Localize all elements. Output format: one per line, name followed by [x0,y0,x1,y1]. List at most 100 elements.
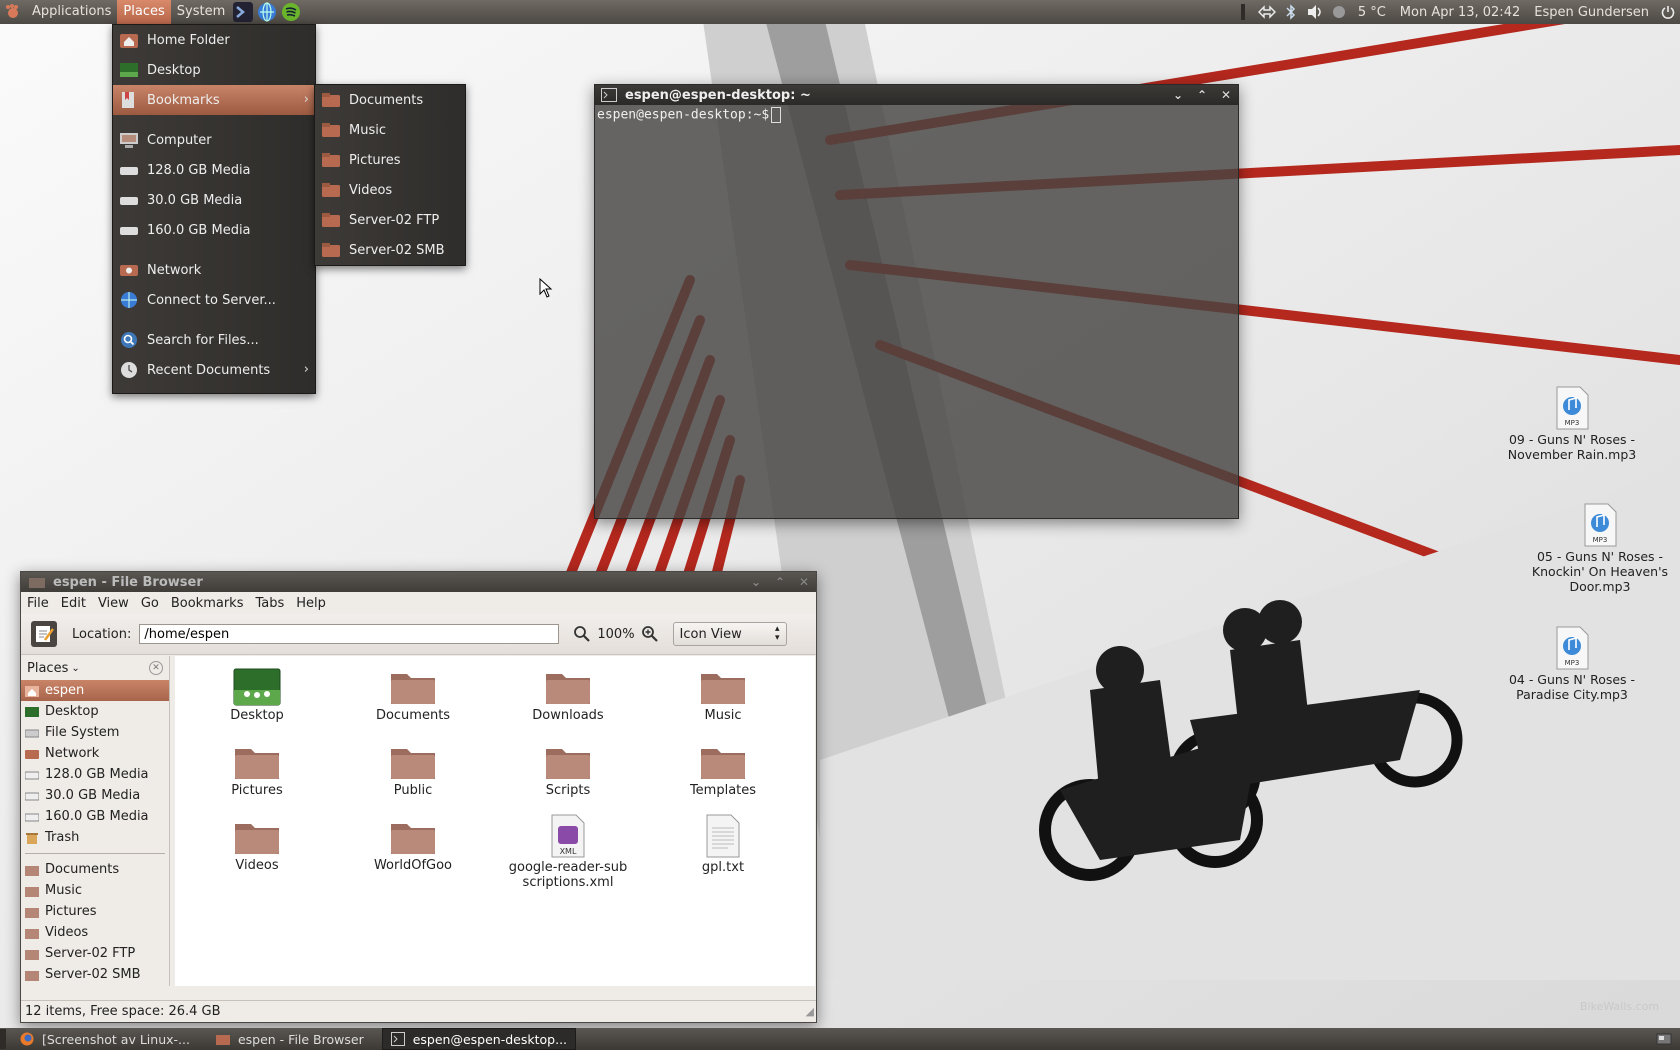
user-name[interactable]: Espen Gundersen [1534,5,1649,20]
show-desktop-handle[interactable] [0,1029,6,1049]
view-mode-select[interactable]: Icon View ▴ ▾ [672,622,787,646]
menu-item-bookmarks[interactable]: Bookmarks › [113,85,315,115]
zoom-in-icon[interactable] [641,625,659,643]
close-button[interactable]: ✕ [792,575,816,589]
menu-item-connect-to-server[interactable]: Connect to Server... [113,285,315,315]
menu-item-30gb-media[interactable]: 30.0 GB Media [113,185,315,215]
sidebar-item-network[interactable]: Network [21,743,169,764]
terminal-titlebar[interactable]: espen@espen-desktop: ~ ⌄ ⌃ ✕ [595,85,1238,105]
menu-item-computer[interactable]: Computer [113,125,315,155]
maximize-button[interactable]: ⌃ [768,575,792,589]
resize-grip-icon[interactable]: ◢ [806,1005,814,1018]
sidebar-item-espen[interactable]: espen [21,680,169,701]
task-file-browser[interactable]: espen - File Browser [208,1029,372,1049]
gnome-foot-icon[interactable] [4,3,22,21]
sidebar-item-server-02-ftp[interactable]: Server-02 FTP [21,943,169,964]
sidebar-item-pictures[interactable]: Pictures [21,901,169,922]
submenu-item-server-02-ftp[interactable]: Server-02 FTP [315,205,465,235]
mp3-badge: MP3 [1565,419,1580,427]
close-button[interactable]: ✕ [1214,88,1238,102]
folder-icon [25,970,39,981]
menu-bookmarks[interactable]: Bookmarks [171,596,244,611]
menu-help[interactable]: Help [296,596,326,611]
menu-tabs[interactable]: Tabs [255,596,284,611]
menu-item-160gb-media[interactable]: 160.0 GB Media [113,215,315,245]
file-item-downloads[interactable]: Downloads [498,668,638,723]
file-item-pictures[interactable]: Pictures [187,743,327,798]
maximize-button[interactable]: ⌃ [1190,88,1214,102]
applications-menu[interactable]: Applications [26,0,117,24]
drive-icon [120,167,138,175]
edit-location-icon[interactable] [30,620,58,648]
sidebar-item-30gb-media[interactable]: 30.0 GB Media [21,785,169,806]
minimize-button[interactable]: ⌄ [744,575,768,589]
system-menu[interactable]: System [171,0,231,24]
file-item-gpl-txt[interactable]: gpl.txt [653,814,793,875]
minimize-button[interactable]: ⌄ [1166,88,1190,102]
menu-view[interactable]: View [98,596,129,611]
sidebar-item-documents[interactable]: Documents [21,859,169,880]
workspace-switcher-icon[interactable] [1656,1032,1672,1046]
network-transfer-icon[interactable] [1257,3,1276,21]
file-icon-view[interactable]: Desktop Documents Downloads Music Pictur… [175,656,815,986]
weather-icon[interactable] [1330,3,1348,21]
menu-go[interactable]: Go [141,596,159,611]
file-item-worldofgoo[interactable]: WorldOfGoo [343,818,483,873]
menu-item-recent-documents[interactable]: Recent Documents › [113,355,315,385]
submenu-item-music[interactable]: Music [315,115,465,145]
file-item-documents[interactable]: Documents [343,668,483,723]
sidebar-item-desktop[interactable]: Desktop [21,701,169,722]
power-icon[interactable] [1659,3,1677,21]
submenu-item-pictures[interactable]: Pictures [315,145,465,175]
desktop-file-knockin-on-heavens-door[interactable]: MP3 05 - Guns N' Roses - Knockin' On Hea… [1530,503,1670,594]
terminal-launcher-icon[interactable] [233,2,254,22]
menu-edit[interactable]: Edit [61,596,86,611]
file-item-templates[interactable]: Templates [653,743,793,798]
desktop-file-november-rain[interactable]: MP3 09 - Guns N' Roses - November Rain.m… [1502,386,1642,462]
menu-item-desktop[interactable]: Desktop [113,55,315,85]
sidebar-item-file-system[interactable]: File System [21,722,169,743]
volume-icon[interactable] [1306,3,1324,21]
menu-item-network[interactable]: Network [113,255,315,285]
file-browser-window[interactable]: espen - File Browser ⌄ ⌃ ✕ File Edit Vie… [20,571,817,1023]
close-sidebar-button[interactable]: ✕ [149,661,163,675]
file-item-desktop[interactable]: Desktop [187,668,327,723]
sidebar-item-160gb-media[interactable]: 160.0 GB Media [21,806,169,827]
sidebar-item-music[interactable]: Music [21,880,169,901]
file-item-videos[interactable]: Videos [187,818,327,873]
sidebar-type-dropdown[interactable]: Places [27,661,68,676]
sidebar-item-128gb-media[interactable]: 128.0 GB Media [21,764,169,785]
menu-item-search-for-files[interactable]: Search for Files... [113,325,315,355]
file-item-public[interactable]: Public [343,743,483,798]
chevron-down-icon[interactable]: ⌄ [71,663,79,674]
file-browser-titlebar[interactable]: espen - File Browser ⌄ ⌃ ✕ [21,572,816,592]
menu-item-home-folder[interactable]: Home Folder [113,25,315,55]
menu-file[interactable]: File [27,596,49,611]
weather-temperature[interactable]: 5 °C [1358,5,1386,20]
desktop-file-paradise-city[interactable]: MP3 04 - Guns N' Roses - Paradise City.m… [1502,626,1642,702]
sidebar-item-trash[interactable]: Trash [21,827,169,848]
submenu-item-videos[interactable]: Videos [315,175,465,205]
file-item-google-reader-xml[interactable]: XML google-reader-subscriptions.xml [498,814,638,890]
sidebar-item-label: espen [45,683,85,698]
file-item-scripts[interactable]: Scripts [498,743,638,798]
panel-clock[interactable]: Mon Apr 13, 02:42 [1400,5,1520,20]
bluetooth-icon[interactable] [1282,3,1300,21]
terminal-window[interactable]: espen@espen-desktop: ~ ⌄ ⌃ ✕ espen@espen… [594,84,1239,519]
terminal-content[interactable]: espen@espen-desktop:~$ [595,105,1238,125]
web-browser-launcher-icon[interactable] [257,2,277,22]
task-terminal[interactable]: espen@espen-desktop... [381,1028,577,1050]
spotify-launcher-icon[interactable] [281,2,301,22]
submenu-item-documents[interactable]: Documents [315,85,465,115]
location-input[interactable] [139,624,560,644]
sidebar-header: Places ⌄ ✕ [21,656,169,680]
file-item-music[interactable]: Music [653,668,793,723]
sidebar-item-server-02-smb[interactable]: Server-02 SMB [21,964,169,985]
sidebar-item-videos[interactable]: Videos [21,922,169,943]
zoom-level[interactable]: 100% [597,627,634,642]
zoom-out-icon[interactable] [573,625,591,643]
submenu-item-server-02-smb[interactable]: Server-02 SMB [315,235,465,265]
places-menu[interactable]: Places [117,0,171,24]
task-firefox-screenshot[interactable]: [Screenshot av Linux-... [12,1029,198,1049]
menu-item-128gb-media[interactable]: 128.0 GB Media [113,155,315,185]
